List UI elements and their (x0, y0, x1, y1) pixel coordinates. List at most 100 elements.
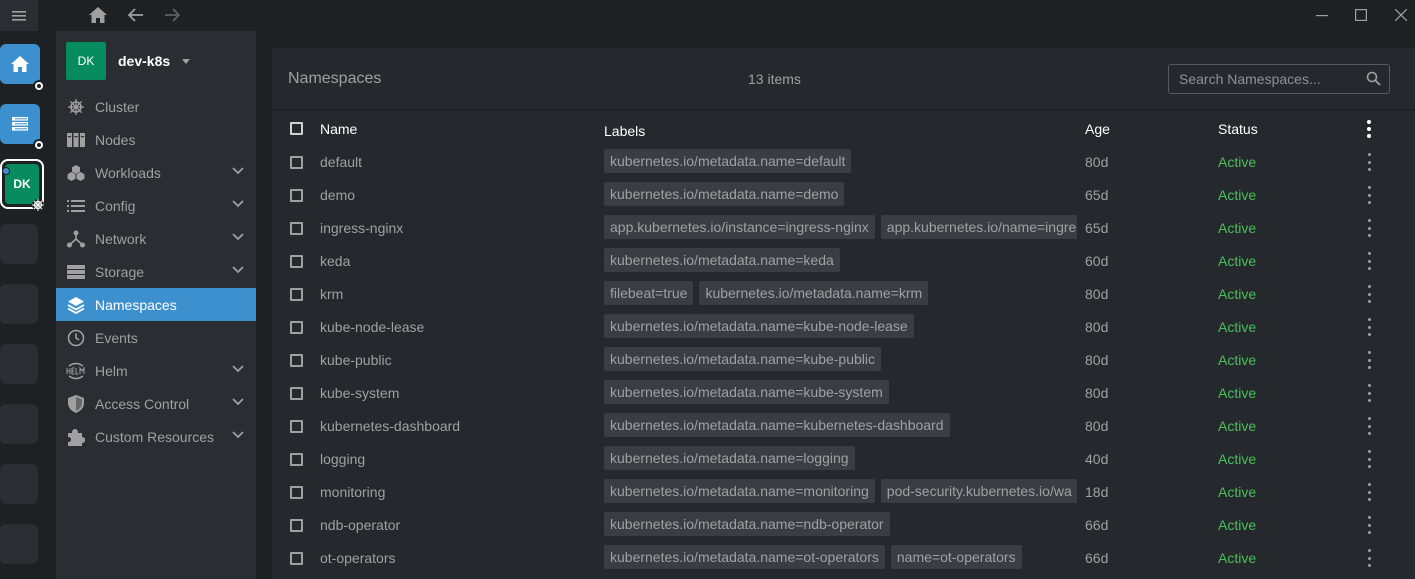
home-icon (11, 56, 29, 72)
table-row[interactable]: demo kubernetes.io/metadata.name=demo 65d A… (272, 178, 1415, 211)
hotbar-empty-slot[interactable] (0, 224, 38, 264)
row-menu-button[interactable] (1364, 285, 1374, 303)
sidebar-item-storage[interactable]: Storage (56, 255, 256, 288)
status-badge: Active (1218, 484, 1257, 500)
table-row[interactable]: monitoring kubernetes.io/metadata.name=mo… (272, 475, 1415, 508)
row-menu-button[interactable] (1364, 351, 1374, 369)
label-chip: kubernetes.io/metadata.name=ot-operators (604, 545, 885, 569)
row-checkbox[interactable] (290, 255, 303, 268)
column-menu-button[interactable] (1364, 120, 1374, 138)
row-checkbox[interactable] (290, 420, 303, 433)
hotbar-empty-slot[interactable] (0, 344, 38, 384)
row-menu-button[interactable] (1364, 219, 1374, 237)
namespace-age: 65d (1085, 220, 1109, 236)
row-checkbox[interactable] (290, 321, 303, 334)
row-checkbox[interactable] (290, 453, 303, 466)
column-header-age[interactable]: Age (1085, 121, 1110, 137)
back-button[interactable] (125, 4, 147, 26)
row-checkbox[interactable] (290, 222, 303, 235)
column-header-labels[interactable]: Labels (604, 123, 1077, 141)
sidebar-item-helm[interactable]: Helm (56, 354, 256, 387)
items-count: 13 items (748, 71, 801, 87)
maximize-icon (1355, 9, 1367, 21)
namespace-age: 80d (1085, 352, 1109, 368)
row-menu-button[interactable] (1364, 483, 1374, 501)
row-checkbox[interactable] (290, 486, 303, 499)
hotbar-home-button[interactable] (0, 44, 40, 84)
sidebar-item-nodes[interactable]: Nodes (56, 123, 256, 156)
table-row[interactable]: ot-operators kubernetes.io/metadata.name=… (272, 541, 1415, 574)
helm-wheel-icon (32, 199, 44, 211)
labels-cell: kubernetes.io/metadata.name=default (604, 149, 1077, 173)
table-row[interactable]: ingress-nginx app.kubernetes.io/instance=… (272, 211, 1415, 244)
row-menu-button[interactable] (1364, 384, 1374, 402)
cluster-selector[interactable]: DK dev-k8s (66, 41, 191, 81)
home-button[interactable] (87, 4, 109, 26)
column-header-name[interactable]: Name (320, 121, 357, 137)
label-chip: app.kubernetes.io/name=ingre (880, 215, 1077, 239)
row-menu-button[interactable] (1364, 417, 1374, 435)
labels-cell: kubernetes.io/metadata.name=demo (604, 182, 1077, 206)
maximize-button[interactable] (1349, 3, 1373, 27)
table-row[interactable]: kube-node-lease kubernetes.io/metadata.na… (272, 310, 1415, 343)
select-all-checkbox[interactable] (290, 122, 303, 135)
close-icon (1395, 9, 1407, 21)
column-header-status[interactable]: Status (1218, 121, 1258, 137)
row-menu-button[interactable] (1364, 252, 1374, 270)
row-checkbox[interactable] (290, 354, 303, 367)
hotbar-empty-slot[interactable] (0, 464, 38, 504)
sidebar-item-label: Namespaces (95, 296, 177, 313)
row-checkbox[interactable] (290, 552, 303, 565)
table-row[interactable]: keda kubernetes.io/metadata.name=keda 60d A… (272, 244, 1415, 277)
row-menu-button[interactable] (1364, 516, 1374, 534)
namespaces-panel: Namespaces 13 items Name Labels Age Stat… (272, 48, 1415, 579)
search-input[interactable] (1169, 65, 1359, 93)
search-box[interactable] (1168, 64, 1390, 94)
row-checkbox[interactable] (290, 387, 303, 400)
row-menu-button[interactable] (1364, 549, 1374, 567)
namespace-age: 40d (1085, 451, 1109, 467)
row-menu-button[interactable] (1364, 153, 1374, 171)
hamburger-menu-button[interactable] (0, 0, 38, 31)
table-row[interactable]: kubernetes-dashboard kubernetes.io/metada… (272, 409, 1415, 442)
gear-icon (33, 80, 45, 92)
table-row[interactable]: krm filebeat=true kubernetes.io/metadata.n… (272, 277, 1415, 310)
hotbar-empty-slot[interactable] (0, 524, 38, 564)
row-checkbox[interactable] (290, 288, 303, 301)
row-checkbox[interactable] (290, 189, 303, 202)
sidebar-item-config[interactable]: Config (56, 189, 256, 222)
sidebar-item-workloads[interactable]: Workloads (56, 156, 256, 189)
table-row[interactable]: kube-system kubernetes.io/metadata.name=k… (272, 376, 1415, 409)
row-checkbox[interactable] (290, 519, 303, 532)
close-button[interactable] (1389, 3, 1413, 27)
hotbar-catalog-button[interactable] (0, 104, 40, 144)
row-menu-button[interactable] (1364, 318, 1374, 336)
sidebar-item-network[interactable]: Network (56, 222, 256, 255)
minimize-button[interactable] (1310, 3, 1334, 27)
table-row[interactable]: logging kubernetes.io/metadata.name=loggi… (272, 442, 1415, 475)
forward-button[interactable] (161, 4, 183, 26)
table-row[interactable]: default kubernetes.io/metadata.name=defau… (272, 145, 1415, 178)
hotbar: DK (0, 31, 56, 579)
hotbar-empty-slot[interactable] (0, 284, 38, 324)
table-row[interactable]: kube-public kubernetes.io/metadata.name=k… (272, 343, 1415, 376)
sidebar-item-access-control[interactable]: Access Control (56, 387, 256, 420)
status-badge: Active (1218, 220, 1257, 236)
sidebar-item-custom-resources[interactable]: Custom Resources (56, 420, 256, 453)
sidebar-item-label: Nodes (95, 131, 136, 148)
sidebar-item-cluster[interactable]: Cluster (56, 90, 256, 123)
table-row[interactable]: ndb-operator kubernetes.io/metadata.name=… (272, 508, 1415, 541)
sidebar-item-label: Events (95, 329, 138, 346)
row-checkbox[interactable] (290, 156, 303, 169)
sidebar-item-events[interactable]: Events (56, 321, 256, 354)
status-badge: Active (1218, 550, 1257, 566)
sidebar-item-label: Access Control (95, 395, 190, 412)
row-menu-button[interactable] (1364, 186, 1374, 204)
hotbar-empty-slot[interactable] (0, 404, 38, 444)
sidebar-item-namespaces[interactable]: Namespaces (56, 288, 256, 321)
chevron-down-icon (232, 167, 244, 175)
labels-cell: kubernetes.io/metadata.name=monitoring po… (604, 479, 1077, 503)
row-menu-button[interactable] (1364, 450, 1374, 468)
workloads-icon (66, 163, 86, 183)
namespace-age: 80d (1085, 385, 1109, 401)
